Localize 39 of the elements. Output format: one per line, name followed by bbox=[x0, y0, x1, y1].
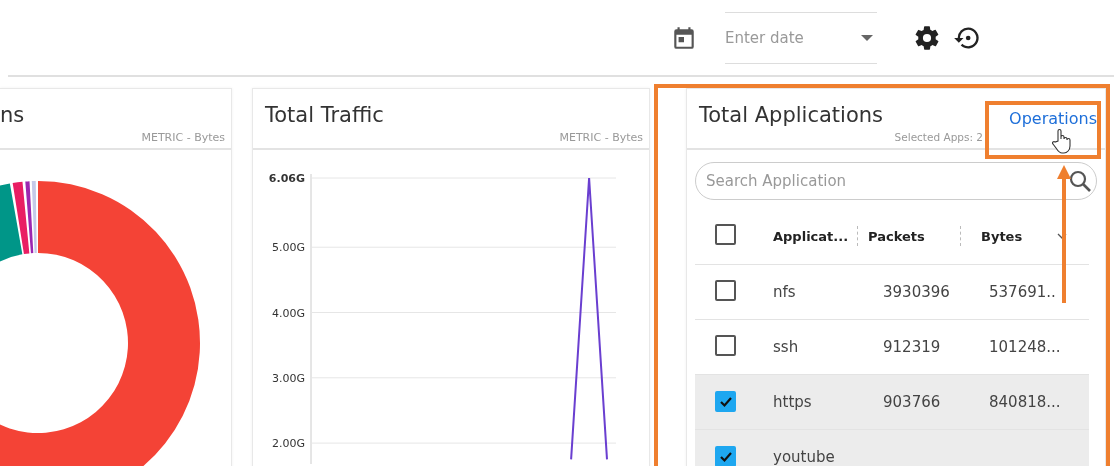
y-tick-label: 6.06G bbox=[268, 172, 305, 185]
y-tick-label: 3.00G bbox=[271, 371, 305, 385]
metric-label: METRIC - Bytes bbox=[559, 131, 643, 144]
row-checkbox[interactable] bbox=[715, 279, 736, 301]
y-tick-label: 5.00G bbox=[271, 241, 305, 255]
date-field[interactable]: Enter date bbox=[725, 11, 877, 64]
select-all-checkbox[interactable] bbox=[715, 223, 736, 245]
hand-pointer-icon bbox=[1052, 128, 1072, 154]
row-checkbox[interactable] bbox=[715, 391, 736, 413]
table-cell-text: 101248... bbox=[989, 338, 1062, 356]
column-header[interactable]: Packets bbox=[858, 228, 960, 244]
panel-title: Total Applications bbox=[699, 103, 883, 127]
table-cell-text: 912319 bbox=[883, 338, 942, 356]
operations-link[interactable]: Operations bbox=[1009, 109, 1097, 128]
settings-icon[interactable] bbox=[913, 23, 941, 52]
table-cell-text: ssh bbox=[773, 338, 800, 356]
calendar-icon[interactable] bbox=[671, 24, 697, 51]
table-cell-text: 3930396 bbox=[883, 283, 951, 301]
panel-title: ns bbox=[0, 103, 25, 127]
table-row[interactable]: youtube bbox=[695, 430, 1089, 466]
table-cell-text: https bbox=[773, 393, 813, 411]
row-checkbox[interactable] bbox=[715, 334, 736, 356]
column-header[interactable]: Bytes bbox=[961, 228, 1057, 244]
metric-label: METRIC - Bytes bbox=[141, 131, 225, 144]
y-tick-label: 2.00G bbox=[271, 437, 305, 451]
column-header[interactable]: Applicat... bbox=[773, 228, 857, 244]
row-checkbox[interactable] bbox=[715, 446, 736, 466]
panel-title: Total Traffic bbox=[265, 103, 384, 127]
table-cell-text: youtube bbox=[773, 448, 836, 466]
table-cell-text: 840818... bbox=[989, 393, 1062, 411]
search-icon[interactable] bbox=[1068, 169, 1092, 193]
dropdown-caret-icon[interactable] bbox=[861, 34, 873, 41]
table-cell-text: nfs bbox=[773, 283, 797, 301]
table-cell-text: 903766 bbox=[883, 393, 942, 411]
search-field[interactable]: Search Application bbox=[695, 162, 1097, 200]
table-row[interactable]: https 903766 840818... bbox=[695, 375, 1089, 430]
y-tick-label: 4.00G bbox=[271, 306, 305, 320]
table-cell-text: 537691.. bbox=[989, 283, 1057, 301]
selection-count: Selected Apps: 2 bbox=[894, 131, 983, 143]
